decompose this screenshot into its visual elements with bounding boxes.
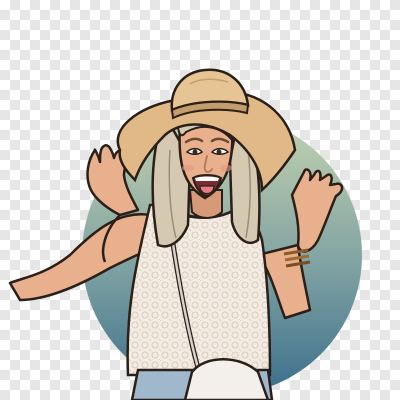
portrait-canvas (0, 0, 400, 400)
cartoon-portrait-illustration (8, 68, 362, 400)
